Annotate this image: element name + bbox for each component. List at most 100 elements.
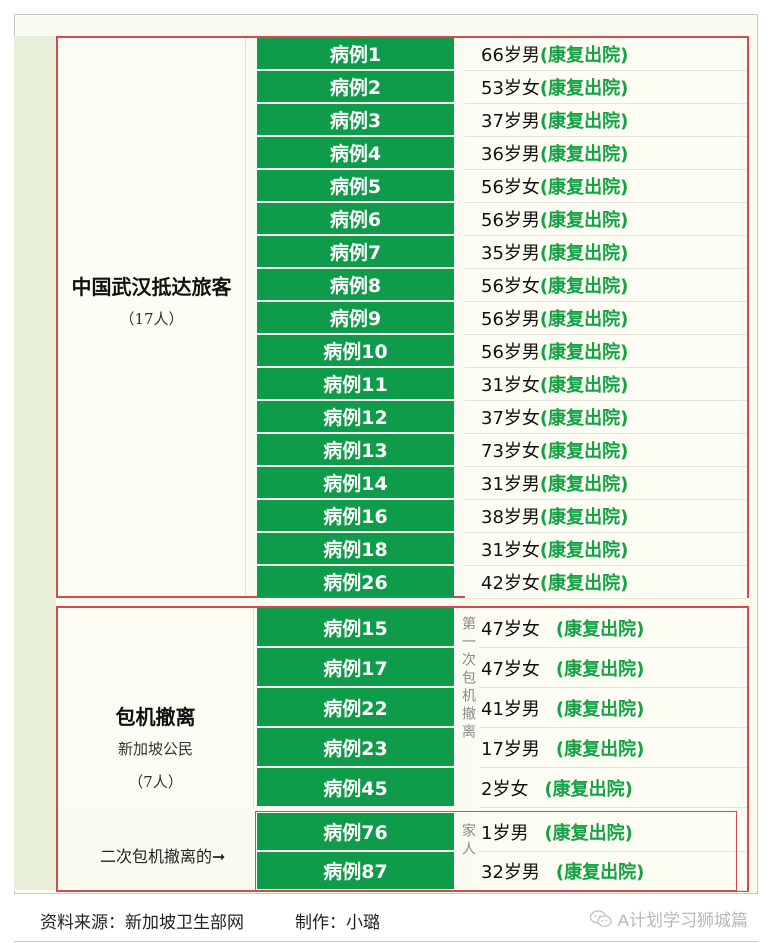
- case-info: 31岁女 (康复出院): [465, 368, 747, 401]
- case-info: 42岁女 (康复出院): [465, 566, 747, 599]
- case-info: 53岁女 (康复出院): [465, 71, 747, 104]
- case-info: 56岁男 (康复出院): [465, 335, 747, 368]
- case-label: 病例1: [257, 38, 454, 69]
- status-badge: (康复出院): [555, 658, 645, 680]
- case-label: 病例22: [257, 688, 454, 726]
- case-label: 病例23: [257, 728, 454, 766]
- age-gender: 38岁男: [481, 507, 540, 528]
- case-label: 病例13: [257, 434, 454, 465]
- case-info: 73岁女 (康复出院): [465, 434, 747, 467]
- wechat-icon: [589, 909, 612, 927]
- status-badge: (康复出院): [539, 375, 629, 396]
- status-badge: (康复出院): [539, 243, 629, 264]
- case-info: 36岁男 (康复出院): [465, 137, 747, 170]
- age-gender: 36岁男: [481, 144, 540, 165]
- watermark-text: A计划学习狮城篇: [617, 911, 748, 930]
- status-badge: (康复出院): [539, 573, 629, 594]
- second-flight-text: 二次包机撤离的: [100, 847, 213, 866]
- status-badge: (康复出院): [539, 540, 629, 561]
- status-badge: (康复出院): [539, 78, 629, 99]
- age-gender: 56岁男: [481, 342, 540, 363]
- group-subtitle: 新加坡公民: [117, 740, 193, 758]
- case-label: 病例5: [257, 170, 454, 201]
- status-badge: (康复出院): [555, 738, 645, 760]
- status-badge: (康复出院): [539, 144, 629, 165]
- case-info: 31岁女 (康复出院): [465, 533, 747, 566]
- age-gender: 47岁女: [481, 658, 540, 680]
- age-gender: 17岁男: [481, 738, 540, 760]
- age-gender: 73岁女: [481, 441, 540, 462]
- first-flight-note: 第一次包机撤离: [457, 616, 479, 806]
- age-gender: 47岁女: [481, 618, 540, 640]
- age-gender: 31岁女: [481, 540, 540, 561]
- group-count: （7人）: [128, 773, 183, 791]
- case-info: 41岁男 (康复出院): [479, 688, 747, 728]
- case-label: 病例9: [257, 302, 454, 333]
- case-info: 56岁男 (康复出院): [465, 302, 747, 335]
- status-badge: (康复出院): [544, 778, 633, 800]
- case-info: 2岁女 (康复出院): [479, 768, 747, 808]
- case-label: 病例18: [257, 533, 454, 564]
- status-badge: (康复出院): [539, 309, 629, 330]
- case-info: 35岁男 (康复出院): [465, 236, 747, 269]
- case-label: 病例16: [257, 500, 454, 531]
- age-gender: 37岁男: [481, 111, 540, 132]
- status-badge: (康复出院): [539, 474, 629, 495]
- case-label: 病例10: [257, 335, 454, 366]
- age-gender: 37岁女: [481, 408, 540, 429]
- case-info: 56岁女 (康复出院): [465, 170, 747, 203]
- case-info: 56岁女 (康复出院): [465, 269, 747, 302]
- case-info: 37岁女 (康复出院): [465, 401, 747, 434]
- age-gender: 56岁女: [481, 177, 540, 198]
- case-label: 病例6: [257, 203, 454, 234]
- case-info: 66岁男 (康复出院): [465, 38, 747, 71]
- watermark: A计划学习狮城篇: [589, 906, 748, 931]
- status-badge: (康复出院): [555, 618, 645, 640]
- age-gender: 31岁女: [481, 375, 540, 396]
- age-gender: 42岁女: [481, 573, 540, 594]
- age-gender: 2岁女: [481, 778, 529, 800]
- arrow-right-icon: ➞: [212, 847, 226, 866]
- second-flight-label: 二次包机撤离的➞: [100, 843, 225, 867]
- case-info: 31岁男 (康复出院): [465, 467, 747, 500]
- case-info: 56岁男 (康复出院): [465, 203, 747, 236]
- status-badge: (康复出院): [539, 507, 629, 528]
- status-badge: (康复出院): [539, 276, 629, 297]
- status-badge: (康复出院): [539, 45, 629, 66]
- status-badge: (康复出院): [539, 177, 629, 198]
- group-title: 中国武汉抵达旅客: [71, 275, 232, 299]
- case-label: 病例14: [257, 467, 454, 498]
- status-badge: (康复出院): [539, 441, 629, 462]
- case-label: 病例4: [257, 137, 454, 168]
- case-label: 病例8: [257, 269, 454, 300]
- case-label: 病例45: [257, 768, 454, 806]
- case-label: 病例2: [257, 71, 454, 102]
- age-gender: 53岁女: [481, 78, 540, 99]
- case-info: 47岁女 (康复出院): [479, 608, 747, 648]
- group-title: 包机撤离: [115, 705, 196, 729]
- age-gender: 56岁男: [481, 210, 540, 231]
- age-gender: 56岁男: [481, 309, 540, 330]
- second-flight-box: [255, 811, 737, 891]
- case-label: 病例17: [257, 648, 454, 686]
- case-info: 38岁男 (康复出院): [465, 500, 747, 533]
- status-badge: (康复出院): [539, 408, 629, 429]
- case-info: 37岁男 (康复出院): [465, 104, 747, 137]
- case-info: 47岁女 (康复出院): [479, 648, 747, 688]
- status-badge: (康复出院): [539, 111, 629, 132]
- case-label: 病例15: [257, 608, 454, 646]
- group-wuhan-label-cell: 中国武汉抵达旅客 （17人）: [58, 38, 246, 596]
- group-charter-label-cell: 包机撤离 新加坡公民 （7人）: [58, 608, 254, 808]
- group-count: （17人）: [119, 310, 184, 328]
- age-gender: 56岁女: [481, 276, 540, 297]
- case-info: 17岁男 (康复出院): [479, 728, 747, 768]
- case-label: 病例11: [257, 368, 454, 399]
- case-label: 病例7: [257, 236, 454, 267]
- status-badge: (康复出院): [555, 698, 645, 720]
- age-gender: 66岁男: [481, 45, 540, 66]
- side-strip: [14, 36, 56, 890]
- vertical-note-text: 第一次包机撤离: [460, 616, 476, 742]
- case-label: 病例3: [257, 104, 454, 135]
- age-gender: 35岁男: [481, 243, 540, 264]
- age-gender: 31岁男: [481, 474, 540, 495]
